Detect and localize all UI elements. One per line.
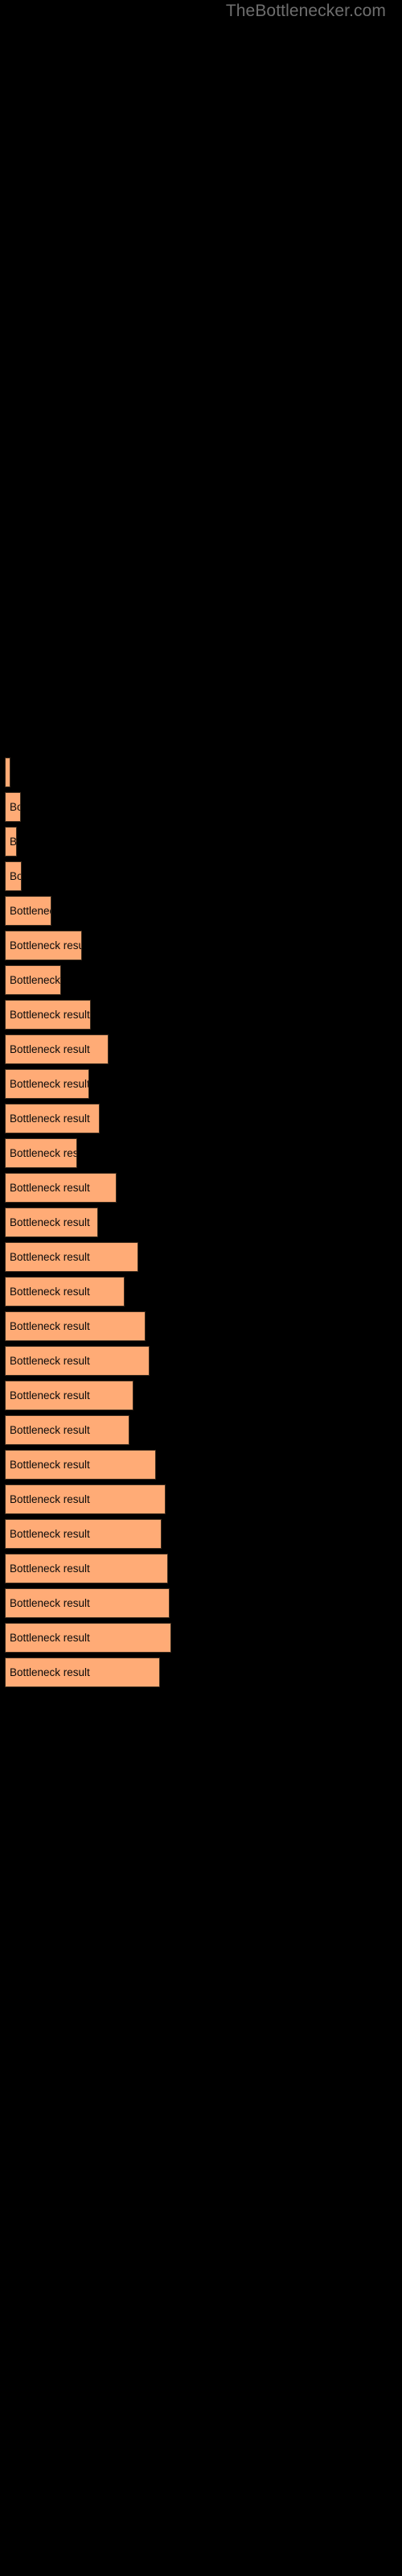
bar-row: Bottleneck result (0, 1484, 402, 1514)
bar-row: Bottleneck result (0, 1277, 402, 1307)
chart-bar[interactable]: Bottleneck result (5, 1138, 77, 1168)
bar-label: Bottleneck result (10, 1423, 90, 1436)
chart-bar[interactable]: Bottleneck result (5, 1657, 160, 1687)
bar-row: Bottleneck result (0, 931, 402, 960)
bar-label: Bottleneck result (10, 1596, 90, 1609)
bar-label: Bottleneck result (10, 869, 22, 882)
bar-label: Bottleneck result (10, 1077, 89, 1090)
chart-bar[interactable]: Bottleneck result (5, 1104, 100, 1133)
chart-bar[interactable]: Bottleneck result (5, 792, 21, 822)
chart-bar[interactable]: Bottleneck result (5, 965, 61, 995)
bar-label: Bottleneck result (10, 1389, 90, 1402)
bar-label: Bottleneck result (10, 1319, 90, 1332)
chart-bar[interactable]: Bottleneck result (5, 1311, 146, 1341)
bar-row: Bottleneck result (0, 1346, 402, 1376)
chart-bar[interactable]: Bottleneck result (5, 1519, 162, 1549)
bar-row: Bottleneck result (0, 1415, 402, 1445)
chart-bar[interactable]: Bottleneck result (5, 1034, 109, 1064)
bar-row: Bottleneck result (0, 1138, 402, 1168)
chart-bar[interactable]: Bottleneck result (5, 1381, 133, 1410)
chart-bar[interactable]: Bottleneck result (5, 1208, 98, 1237)
bar-row: Bottleneck result (0, 1173, 402, 1203)
bar-label: Bottleneck result (10, 800, 20, 813)
bar-label: Bottleneck result (10, 1458, 90, 1471)
bar-row: Bottleneck result (0, 1104, 402, 1133)
bar-row: Bottleneck result (0, 1588, 402, 1618)
bar-row: Bottleneck result (0, 827, 402, 857)
bar-row: Bottleneck result (0, 1208, 402, 1237)
bar-label: Bottleneck result (10, 1181, 90, 1194)
chart-bar[interactable]: Bottleneck result (5, 1277, 125, 1307)
bar-row: Bottleneck result (0, 1000, 402, 1030)
chart-bar[interactable]: Bottleneck result (5, 758, 10, 787)
chart-bar[interactable]: Bottleneck result (5, 1415, 129, 1445)
chart-bar[interactable]: Bottleneck result (5, 1554, 168, 1583)
bar-label: Bottleneck result (10, 1216, 90, 1228)
chart-root: TheBottlenecker.com Bottleneck resultBot… (0, 0, 402, 2576)
bar-label: Bottleneck result (10, 1354, 90, 1367)
bar-row: Bottleneck result (0, 1657, 402, 1687)
chart-bar[interactable]: Bottleneck result (5, 1484, 166, 1514)
bar-row: Bottleneck result (0, 1450, 402, 1480)
chart-bar[interactable]: Bottleneck result (5, 1000, 91, 1030)
chart-bar[interactable]: Bottleneck result (5, 1242, 138, 1272)
chart-bar[interactable]: Bottleneck result (5, 896, 51, 926)
bar-label: Bottleneck result (10, 1112, 90, 1125)
bar-row: Bottleneck result (0, 861, 402, 891)
bar-row: Bottleneck result (0, 1242, 402, 1272)
bar-label: Bottleneck result (10, 939, 82, 952)
chart-bar[interactable]: Bottleneck result (5, 1588, 170, 1618)
bar-row: Bottleneck result (0, 1554, 402, 1583)
bar-label: Bottleneck result (10, 1666, 90, 1678)
chart-bar[interactable]: Bottleneck result (5, 931, 82, 960)
bar-row: Bottleneck result (0, 1034, 402, 1064)
chart-bar[interactable]: Bottleneck result (5, 1173, 117, 1203)
bar-row: Bottleneck result (0, 792, 402, 822)
chart-bar[interactable]: Bottleneck result (5, 1450, 156, 1480)
bar-row: Bottleneck result (0, 1069, 402, 1099)
chart-bar[interactable]: Bottleneck result (5, 1623, 171, 1653)
bar-label: Bottleneck result (10, 1631, 90, 1644)
bar-label: Bottleneck result (10, 1250, 90, 1263)
bar-label: Bottleneck result (10, 1527, 90, 1540)
bar-label: Bottleneck result (10, 835, 17, 848)
bar-label: Bottleneck result (10, 1146, 77, 1159)
bar-label: Bottleneck result (10, 1562, 90, 1575)
bar-row: Bottleneck result (0, 1311, 402, 1341)
bar-row: Bottleneck result (0, 896, 402, 926)
bar-row: Bottleneck result (0, 1519, 402, 1549)
bar-row: Bottleneck result (0, 1381, 402, 1410)
bar-label: Bottleneck result (10, 904, 51, 917)
bar-label: Bottleneck result (10, 1492, 90, 1505)
chart-bar[interactable]: Bottleneck result (5, 827, 17, 857)
chart-bar[interactable]: Bottleneck result (5, 861, 22, 891)
chart-bar[interactable]: Bottleneck result (5, 1346, 150, 1376)
bar-chart-plot-area: Bottleneck result Bottleneck result Bottle… (0, 0, 402, 2576)
bar-label: Bottleneck result (10, 1285, 90, 1298)
bar-row: Bottleneck result (0, 965, 402, 995)
bar-label: Bottleneck result (10, 1008, 90, 1021)
bar-label: Bottleneck result (10, 973, 61, 986)
bar-row: Bottleneck result (0, 758, 402, 787)
chart-bar[interactable]: Bottleneck result (5, 1069, 89, 1099)
bar-row: Bottleneck result (0, 1623, 402, 1653)
bar-label: Bottleneck result (10, 1042, 90, 1055)
